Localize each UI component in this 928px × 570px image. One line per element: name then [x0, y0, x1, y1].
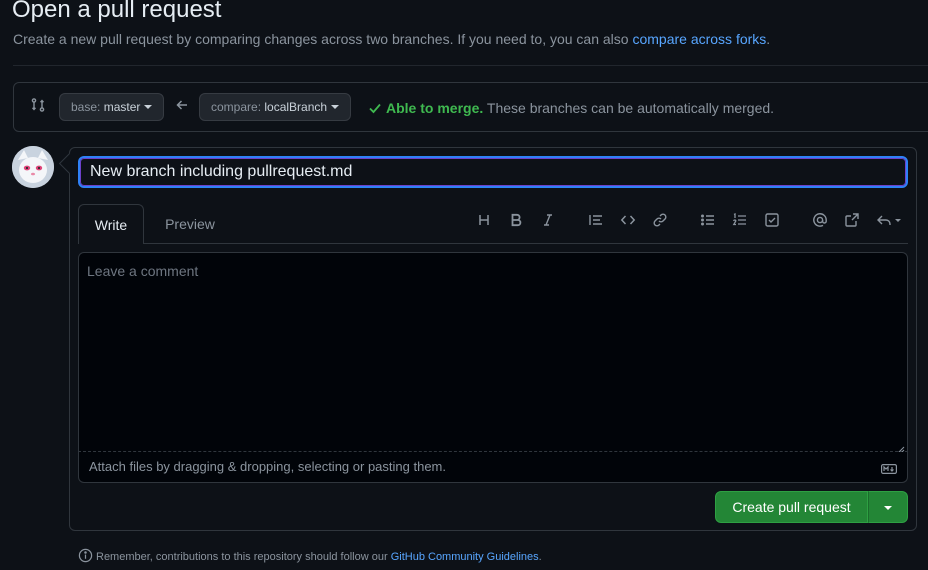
tab-preview[interactable]: Preview [152, 204, 228, 244]
base-branch-select[interactable]: base: master [59, 93, 165, 121]
note-text: Remember, contributions to this reposito… [96, 551, 391, 563]
page-subtitle: Create a new pull request by comparing c… [13, 30, 770, 48]
check-icon [369, 103, 381, 114]
chevron-down-icon [144, 105, 153, 109]
editor-tabs: Write Preview [78, 204, 908, 244]
mention-icon[interactable] [812, 212, 828, 228]
attach-files-text: Attach files by dragging & dropping, sel… [89, 459, 446, 474]
link-icon[interactable] [652, 212, 668, 228]
quote-icon[interactable] [588, 212, 604, 228]
italic-icon[interactable] [540, 212, 556, 228]
base-label: base: [71, 100, 101, 114]
reference-icon[interactable] [844, 212, 860, 228]
merge-ok-text: Able to merge. [386, 100, 484, 116]
comment-textarea[interactable]: Leave a comment [78, 252, 908, 454]
community-guidelines-note: Remember, contributions to this reposito… [78, 548, 542, 565]
base-branch-name: master [103, 100, 141, 114]
chevron-down-icon [884, 506, 892, 510]
merge-status-text: These branches can be automatically merg… [486, 100, 775, 116]
compare-branch-select[interactable]: compare: localBranch [199, 93, 352, 121]
bold-icon[interactable] [508, 212, 524, 228]
markdown-icon[interactable] [881, 461, 898, 479]
create-options-dropdown[interactable] [868, 491, 908, 523]
ordered-list-icon[interactable] [732, 212, 748, 228]
compare-branch-name: localBranch [264, 100, 328, 114]
heading-icon[interactable] [476, 212, 492, 228]
git-compare-icon [30, 97, 46, 113]
create-pull-request-button[interactable]: Create pull request [715, 491, 868, 523]
info-icon [78, 548, 93, 563]
subtitle-suffix: . [766, 31, 771, 47]
page-title: Open a pull request [12, 0, 222, 23]
note-suffix: . [538, 551, 542, 563]
avatar[interactable] [12, 146, 54, 188]
compare-bar: base: master compare: localBranch Able t… [13, 82, 928, 132]
reply-icon[interactable] [876, 212, 904, 228]
attach-files-bar[interactable]: Attach files by dragging & dropping, sel… [78, 452, 908, 483]
community-guidelines-link[interactable]: GitHub Community Guidelines [391, 551, 539, 563]
page: Open a pull request Create a new pull re… [0, 0, 928, 570]
merge-status: Able to merge. These branches can be aut… [368, 99, 774, 117]
divider [13, 65, 928, 66]
comment-placeholder: Leave a comment [87, 263, 199, 279]
subtitle-text: Create a new pull request by comparing c… [13, 31, 633, 47]
chevron-down-icon [331, 105, 340, 109]
code-icon[interactable] [620, 212, 636, 228]
compare-across-forks-link[interactable]: compare across forks [632, 31, 766, 47]
pull-request-form: Write Preview [69, 147, 917, 531]
arrow-left-icon [175, 98, 189, 112]
unordered-list-icon[interactable] [700, 212, 716, 228]
resize-handle-icon[interactable] [897, 441, 905, 454]
compare-label: compare: [211, 100, 262, 114]
tab-write[interactable]: Write [78, 204, 144, 244]
task-list-icon[interactable] [764, 212, 780, 228]
pr-title-input[interactable] [78, 156, 908, 188]
